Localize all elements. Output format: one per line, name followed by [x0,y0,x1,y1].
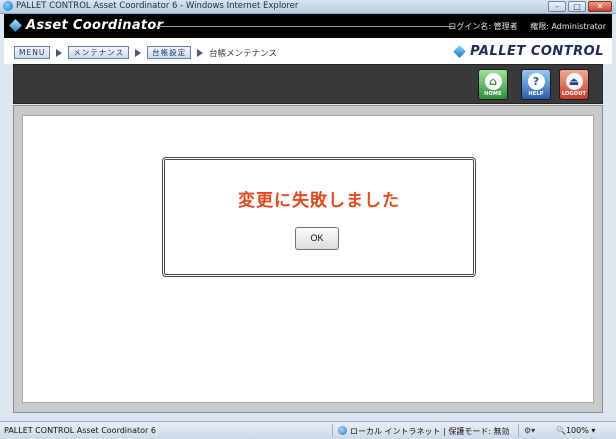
status-separator [332,424,333,437]
home-icon: ⌂ [484,73,502,90]
help-icon: ? [527,73,545,90]
ok-button[interactable]: OK [295,227,339,250]
zone-label: ローカル イントラネット | 保護モード: 無効 [350,427,510,436]
help-button[interactable]: ? HELP [521,69,551,100]
brand-logo: PALLET CONTROL [453,44,604,59]
content-frame: 変更に失敗しました OK [13,105,603,413]
maximize-button[interactable]: □ [568,1,586,12]
window-controls: – □ ✕ [548,1,612,12]
error-message: 変更に失敗しました [238,191,400,211]
user-role: 権限: Administrator [530,22,606,31]
breadcrumb-menu[interactable]: MENU [14,46,51,59]
header-divider [156,26,454,27]
breadcrumb: MENU メンテナンス 台帳設定 台帳メンテナンス [14,46,277,59]
window-titlebar: PALLET CONTROL Asset Coordinator 6 - Win… [0,0,616,14]
protected-mode-icon[interactable]: ⚙▾ [524,426,535,435]
security-zone[interactable]: ローカル イントラネット | 保護モード: 無効 [338,426,510,437]
logout-label: LOGOUT [561,91,587,97]
close-button[interactable]: ✕ [588,1,612,12]
breadcrumb-maintenance[interactable]: メンテナンス [68,46,130,59]
status-separator [518,424,519,437]
zoom-level: 100% [565,426,589,435]
brand-text: PALLET CONTROL [470,44,604,59]
minimize-button[interactable]: – [548,1,566,12]
breadcrumb-arrow-icon [56,48,63,57]
home-label: HOME [484,91,502,97]
help-label: HELP [528,91,544,97]
window-title: PALLET CONTROL Asset Coordinator 6 - Win… [16,1,299,11]
status-bar: PALLET CONTROL Asset Coordinator 6 ローカル … [0,421,616,439]
home-button[interactable]: ⌂ HOME [478,69,508,100]
toolbar: ⌂ HOME ? HELP ⏏ LOGOUT [13,64,603,104]
content-panel: 変更に失敗しました OK [22,115,594,403]
login-info: ログイン名: 管理者 権限: Administrator [438,21,606,32]
brand-diamond-icon [453,45,466,58]
zoom-control[interactable]: 🔍100% ▾ [556,426,595,435]
app-header: Asset Coordinator ログイン名: 管理者 権限: Adminis… [4,14,612,38]
browser-icon [3,1,13,11]
status-text: PALLET CONTROL Asset Coordinator 6 [4,426,156,435]
breadcrumb-arrow-icon [135,48,142,57]
breadcrumb-current: 台帳メンテナンス [209,48,278,59]
login-name: ログイン名: 管理者 [448,22,518,31]
breadcrumb-arrow-icon [197,48,204,57]
error-dialog: 変更に失敗しました OK [162,157,476,277]
intranet-zone-icon [338,426,347,435]
breadcrumb-bar: MENU メンテナンス 台帳設定 台帳メンテナンス PALLET CONTROL [4,38,612,64]
app-logo-icon [9,19,22,32]
app-name: Asset Coordinator [26,18,164,33]
logout-button[interactable]: ⏏ LOGOUT [559,69,589,100]
logout-icon: ⏏ [565,73,583,90]
breadcrumb-ledger-settings[interactable]: 台帳設定 [147,46,192,59]
